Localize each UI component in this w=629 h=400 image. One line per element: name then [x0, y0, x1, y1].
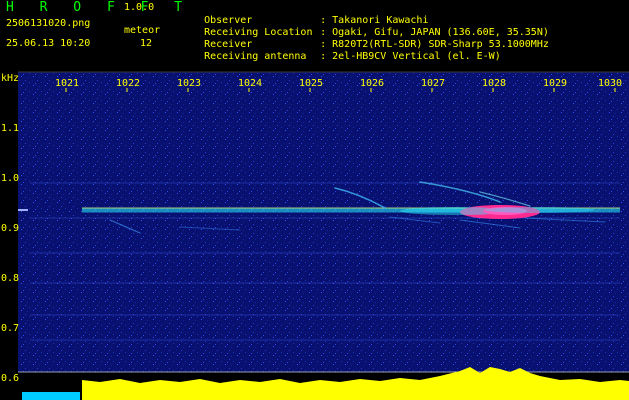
header-panel: H R O F F T 1.0.0 2506131020.png 25.06.1… — [0, 0, 629, 70]
x-tick-label: 1023 — [177, 78, 202, 89]
info-row-antenna: Receiving antenna : 2el-HB9CV Vertical (e… — [180, 40, 501, 73]
meteor-count: 12 — [140, 38, 153, 49]
info-value: : 2el-HB9CV Vertical (el. E-W) — [320, 51, 501, 62]
spectrogram — [18, 71, 629, 400]
y-tick-label: 0.6 — [1, 373, 20, 384]
y-tick-label: 1.0 — [1, 173, 20, 184]
y-tick-label: 0.8 — [1, 273, 20, 284]
x-tick-label: 1029 — [543, 78, 568, 89]
x-tick-label: 1030 — [598, 78, 623, 89]
file-name: 2506131020.png — [6, 18, 91, 29]
power-bar-low-segment — [22, 392, 80, 400]
timestamp: 25.06.13 10:20 — [6, 38, 91, 49]
y-tick-label: 0.9 — [1, 223, 20, 234]
noise-field — [18, 72, 629, 372]
x-tick-label: 1027 — [421, 78, 446, 89]
x-tick-label: 1028 — [482, 78, 507, 89]
x-tick-label: 1024 — [238, 78, 263, 89]
y-axis-unit-label: kHz — [1, 73, 20, 84]
info-key: Receiving antenna — [204, 51, 307, 62]
y-tick-label: 1.1 — [1, 123, 20, 134]
x-tick-label: 1022 — [116, 78, 141, 89]
app-title: H R O F F T — [6, 0, 192, 15]
meteor-label: meteor — [124, 25, 161, 36]
app-version: 1.0.0 — [124, 2, 155, 13]
x-tick-label: 1021 — [55, 78, 80, 89]
x-tick-label: 1025 — [299, 78, 324, 89]
x-tick-label: 1026 — [360, 78, 385, 89]
y-tick-label: 0.7 — [1, 323, 20, 334]
